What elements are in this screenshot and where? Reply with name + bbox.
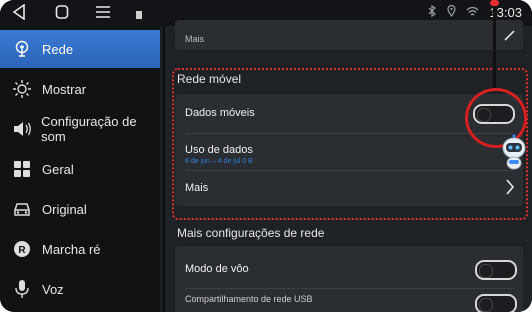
network-icon [11,38,33,60]
data-usage-row[interactable]: Uso de dados [175,134,532,156]
settings-panel: Mais Rede móvel Dados móveis Uso de dado… [165,20,532,312]
row-label: Dados móveis [185,107,255,119]
row-label: Uso de dados [185,144,253,156]
pointer-line [493,0,496,88]
sidebar-item-configuracao-de-som[interactable]: Configuração de som [0,110,160,148]
brightness-icon [11,78,33,100]
more-mobile-row[interactable]: Mais [175,171,532,205]
volume-icon [11,118,32,140]
sidebar-item-label: Geral [42,161,74,177]
more-settings-card: Modo de vôo Compartilhamento de rede USB [175,246,523,312]
sidebar-item-label: Original [42,201,87,217]
car-icon [11,198,33,220]
status-icons: 13:03 [428,4,522,20]
sidebar-item-original[interactable]: Original [0,190,160,228]
data-usage-subtext: 6 de jun – 4 de jul 0 B [185,158,253,165]
row-label: Mais [185,34,205,44]
back-icon[interactable] [12,3,26,25]
bluetooth-icon [428,4,437,20]
grid-icon [11,158,33,180]
row-label: Mais [185,182,209,194]
location-icon [447,4,457,20]
row-label: Modo de vôo [185,263,249,275]
wifi-icon [466,6,479,20]
svg-text:R: R [18,245,26,256]
sidebar-item-geral[interactable]: Geral [0,150,160,188]
sidebar-item-label: Configuração de som [41,114,137,144]
pointer-tip [490,0,499,6]
top-more-row[interactable]: Mais [175,32,532,46]
home-icon[interactable] [55,4,69,25]
sidebar-item-label: Voz [42,281,64,297]
mobile-network-card: Dados móveis Uso de dados 6 de jun – 4 d… [175,94,523,206]
sidebar-item-label: Rede [42,41,74,57]
chevron-right-icon [505,178,515,201]
sidebar: Rede Mostrar Configuração de som Geral O… [0,26,160,312]
section-title-mais-configuracoes: Mais configurações de rede [177,226,325,240]
section-title-rede-movel: Rede móvel [177,72,242,86]
airplane-mode-toggle[interactable] [475,260,517,280]
sidebar-item-marcha-re[interactable]: R Marcha ré [0,230,160,268]
microphone-icon [11,278,33,300]
sidebar-item-label: Marcha ré [42,241,101,257]
row-label: Compartilhamento de rede USB [185,294,313,304]
menu-icon[interactable] [95,4,111,25]
top-card: Mais [175,20,523,50]
sidebar-item-rede[interactable]: Rede [0,30,160,68]
screen: 13:03 Rede Mostrar Configuração de som G… [0,0,532,312]
notification-icon [135,7,143,25]
device-screen: 13:03 Rede Mostrar Configuração de som G… [0,0,532,312]
robot-mascot-icon [499,134,529,170]
toggle-knob [479,298,493,312]
sidebar-divider [160,26,163,312]
sidebar-item-voz[interactable]: Voz [0,270,160,308]
edit-icon [503,28,515,44]
reverse-icon: R [11,238,33,260]
mobile-data-toggle[interactable] [473,104,515,124]
divider [185,288,513,289]
sidebar-item-label: Mostrar [42,81,87,97]
sidebar-item-mostrar[interactable]: Mostrar [0,70,160,108]
toggle-knob [479,264,493,278]
usb-tethering-toggle[interactable] [475,294,517,312]
toggle-knob [477,108,491,122]
